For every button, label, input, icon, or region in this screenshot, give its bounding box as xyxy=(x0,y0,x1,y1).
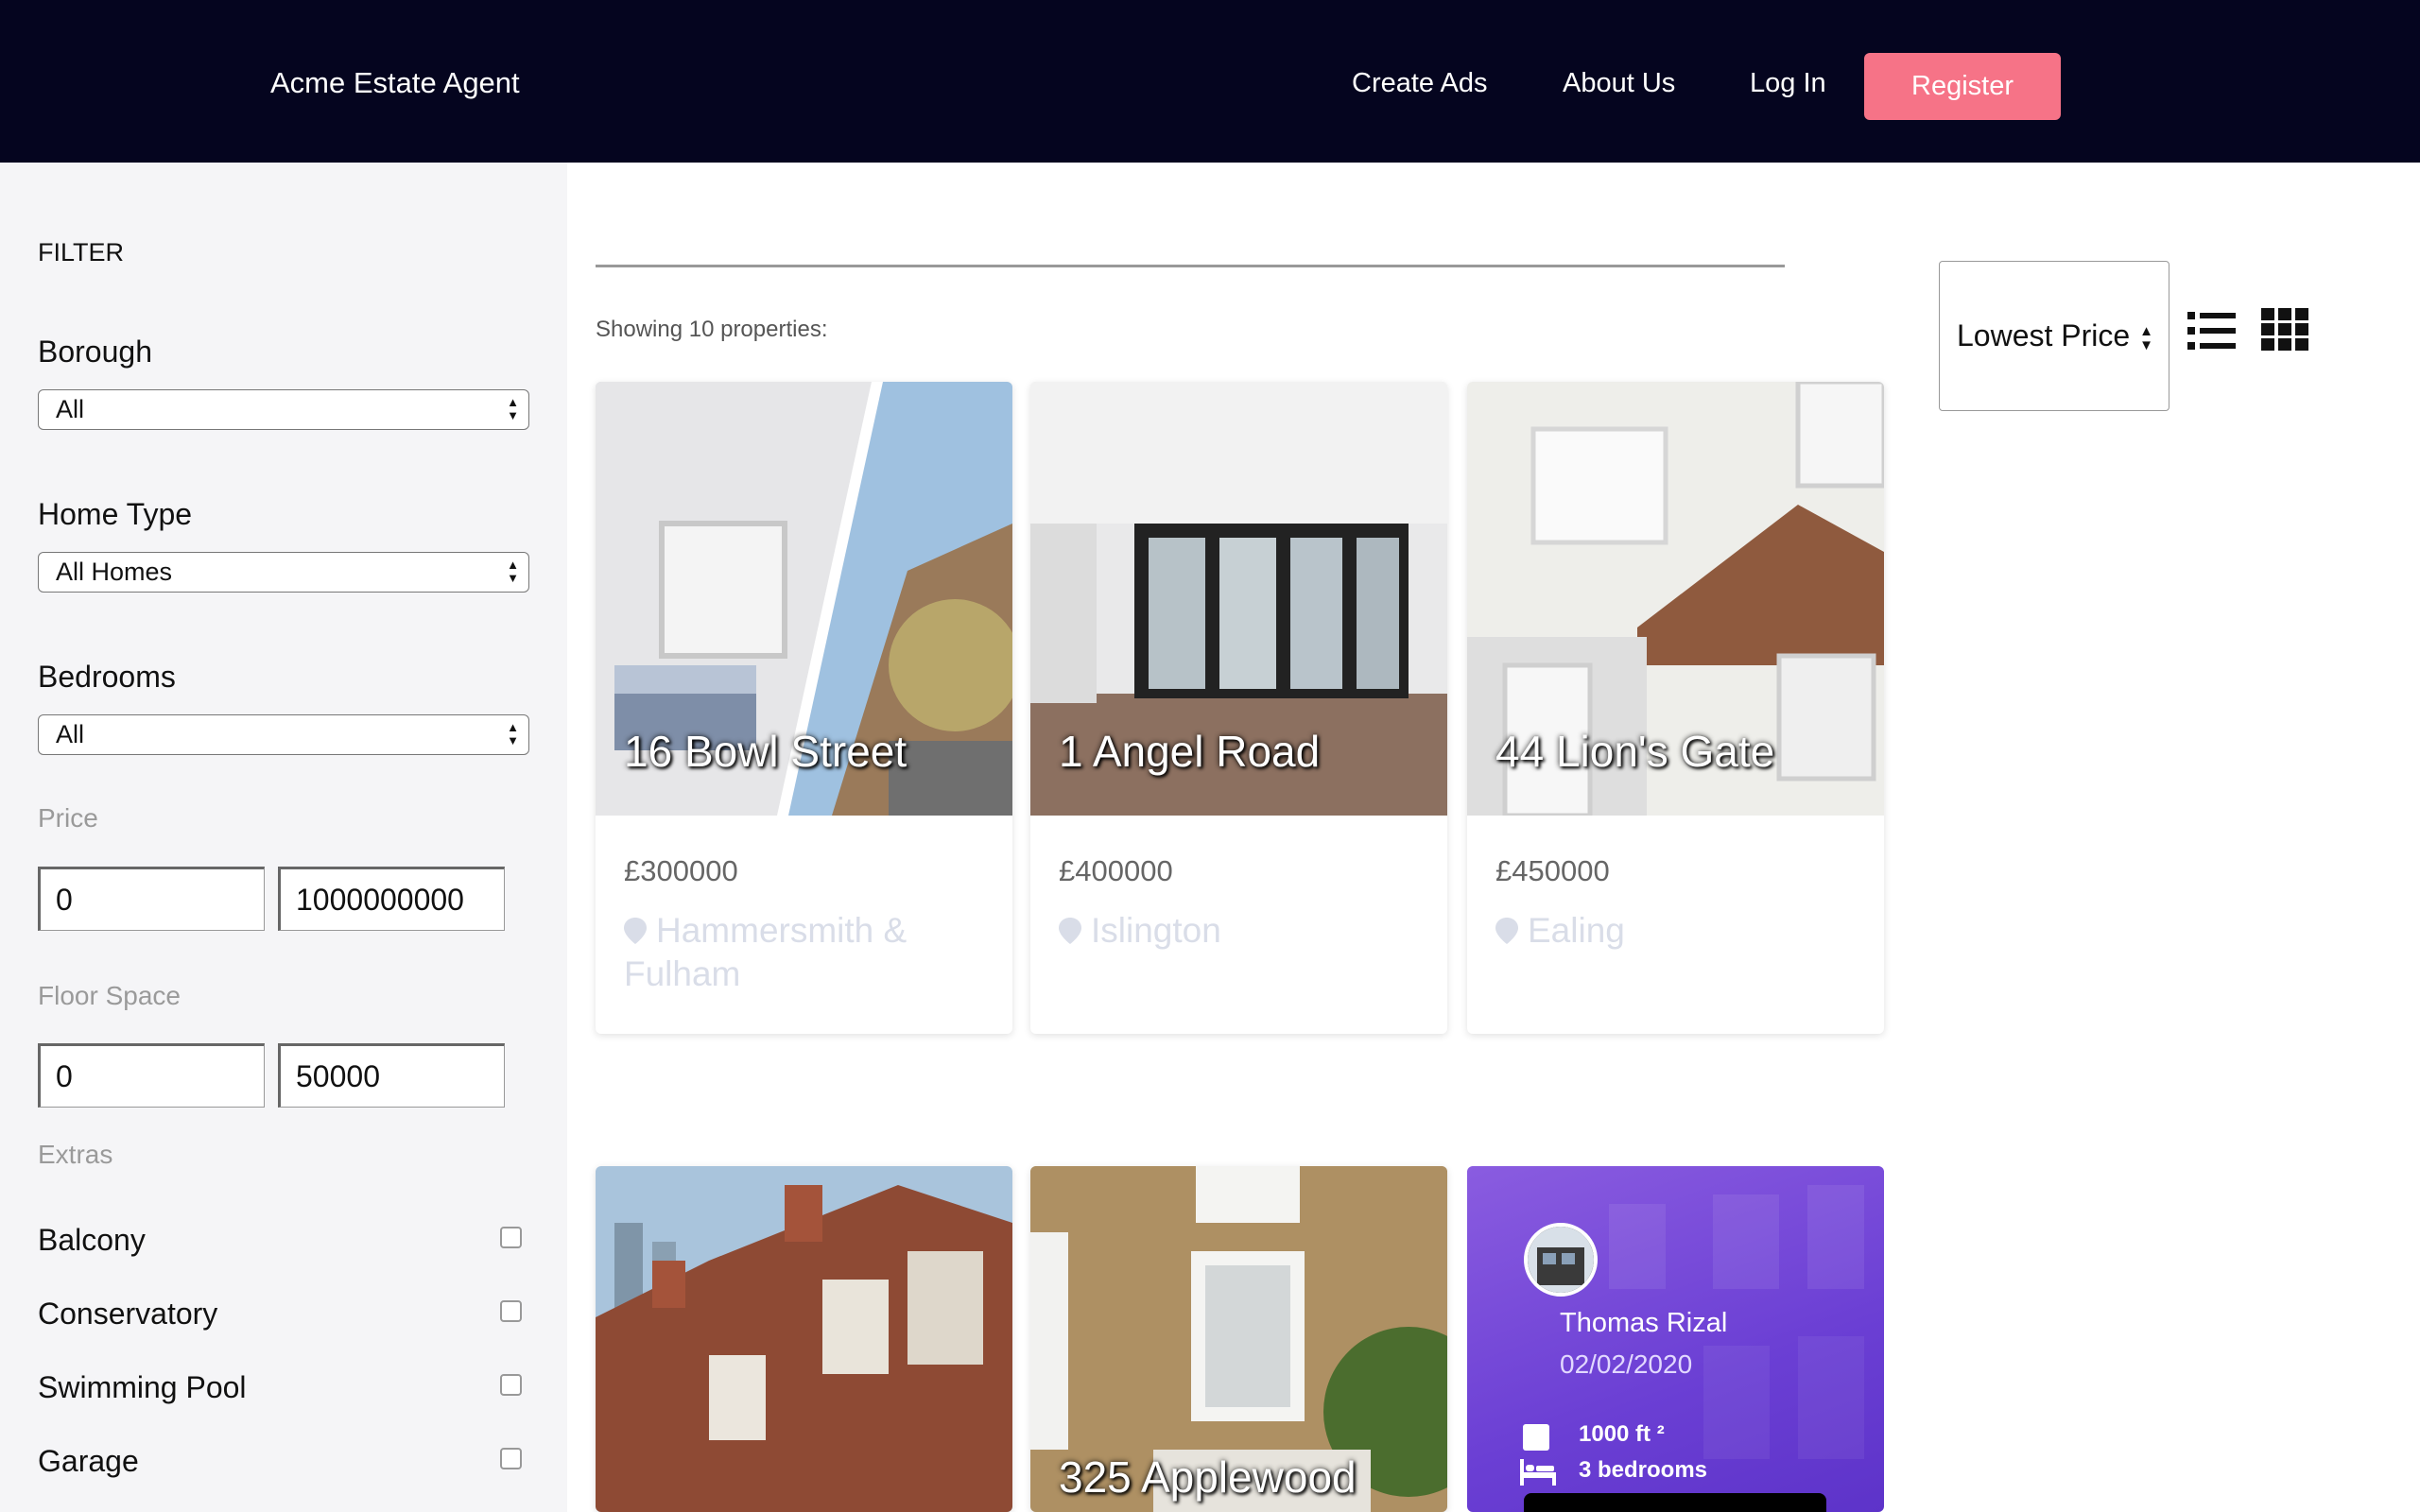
agent-bedrooms: 3 bedrooms xyxy=(1579,1457,1708,1483)
floor-max-input[interactable]: 50000 xyxy=(278,1043,505,1108)
agent-contact-button[interactable] xyxy=(1524,1493,1826,1512)
sort-select[interactable]: Lowest Price ▲ ▼ xyxy=(1939,261,2169,411)
select-arrows-icon: ▲ ▼ xyxy=(507,720,519,747)
extra-balcony-checkbox[interactable] xyxy=(500,1227,522,1248)
bedrooms-select[interactable]: All ▲ ▼ xyxy=(38,714,529,755)
extra-conservatory-label: Conservatory xyxy=(38,1297,218,1331)
home-type-select[interactable]: All Homes ▲ ▼ xyxy=(38,552,529,593)
map-pin-icon xyxy=(1059,918,1081,944)
borough-select[interactable]: All ▲ ▼ xyxy=(38,389,529,430)
floor-min-input[interactable]: 0 xyxy=(38,1043,265,1108)
property-card[interactable]: 1 Angel Road £400000 Islington xyxy=(1030,382,1447,1034)
bedrooms-label: Bedrooms xyxy=(38,660,176,694)
map-pin-icon xyxy=(624,918,647,944)
property-photo xyxy=(596,1166,1012,1512)
property-card[interactable] xyxy=(596,1166,1012,1512)
agent-date: 02/02/2020 xyxy=(1560,1349,1693,1379)
list-view-icon[interactable] xyxy=(2187,310,2237,352)
extra-conservatory-checkbox[interactable] xyxy=(500,1300,522,1322)
extras-label: Extras xyxy=(38,1140,113,1169)
avatar[interactable] xyxy=(1524,1223,1598,1297)
property-price: £400000 xyxy=(1059,854,1173,887)
brand-logo-text[interactable]: Acme Estate Agent xyxy=(270,66,520,100)
extra-garage-label: Garage xyxy=(38,1444,139,1478)
filter-title: FILTER xyxy=(38,238,125,266)
property-title[interactable]: 1 Angel Road xyxy=(1059,726,1320,777)
property-location-text: Ealing xyxy=(1528,911,1625,950)
extra-swimming-pool-checkbox[interactable] xyxy=(500,1374,522,1396)
property-location-text: Islington xyxy=(1091,911,1221,950)
search-bar-underline[interactable] xyxy=(596,265,1785,267)
results-count: Showing 10 properties: xyxy=(596,317,828,342)
floor-space-label: Floor Space xyxy=(38,981,181,1010)
register-button[interactable]: Register xyxy=(1864,53,2061,120)
property-card[interactable]: 325 Applewood xyxy=(1030,1166,1447,1512)
nav-create-ads[interactable]: Create Ads xyxy=(1352,68,1487,99)
agent-area: 1000 ft ² xyxy=(1579,1421,1665,1447)
select-arrows-icon: ▲ ▼ xyxy=(507,558,519,585)
property-card[interactable]: 44 Lion's Gate £450000 Ealing xyxy=(1467,382,1884,1034)
property-price: £450000 xyxy=(1495,854,1610,887)
bedrooms-select-value: All xyxy=(56,720,85,748)
map-pin-icon xyxy=(1495,918,1518,944)
agent-card[interactable]: Thomas Rizal 02/02/2020 1000 ft ² 3 bedr… xyxy=(1467,1166,1884,1512)
property-title[interactable]: 325 Applewood xyxy=(1059,1452,1357,1503)
property-title[interactable]: 16 Bowl Street xyxy=(624,726,907,777)
borough-select-value: All xyxy=(56,395,85,423)
property-location: Hammersmith & Fulham xyxy=(624,909,983,996)
nav-about-us[interactable]: About Us xyxy=(1563,68,1675,99)
property-price: £300000 xyxy=(624,854,738,887)
extra-balcony-label: Balcony xyxy=(38,1223,146,1257)
agent-name[interactable]: Thomas Rizal xyxy=(1560,1308,1727,1339)
extra-swimming-pool-label: Swimming Pool xyxy=(38,1370,247,1404)
borough-label: Borough xyxy=(38,335,152,369)
bed-icon xyxy=(1520,1459,1556,1486)
property-title[interactable]: 44 Lion's Gate xyxy=(1495,726,1774,777)
property-card[interactable]: 16 Bowl Street £300000 Hammersmith & Ful… xyxy=(596,382,1012,1034)
price-min-input[interactable]: 0 xyxy=(38,867,265,931)
price-label: Price xyxy=(38,803,98,833)
property-location: Ealing xyxy=(1495,909,1855,953)
floor-area-icon xyxy=(1523,1424,1549,1451)
home-type-label: Home Type xyxy=(38,497,193,531)
property-location-text: Hammersmith & Fulham xyxy=(624,911,908,993)
sort-select-value: Lowest Price xyxy=(1957,318,2131,352)
extra-garage-checkbox[interactable] xyxy=(500,1448,522,1469)
nav-log-in[interactable]: Log In xyxy=(1750,68,1826,99)
select-arrows-icon: ▲ ▼ xyxy=(507,395,519,422)
property-location: Islington xyxy=(1059,909,1418,953)
grid-view-icon[interactable] xyxy=(2261,308,2308,352)
select-arrows-icon: ▲ ▼ xyxy=(2139,323,2153,353)
price-max-input[interactable]: 1000000000 xyxy=(278,867,505,931)
home-type-select-value: All Homes xyxy=(56,558,173,586)
avatar-image xyxy=(1528,1227,1594,1293)
